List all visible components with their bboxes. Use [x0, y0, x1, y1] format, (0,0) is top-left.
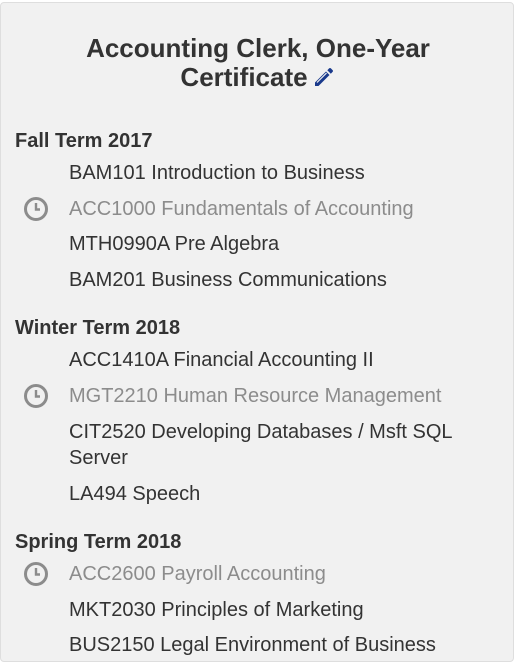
term-heading-spring-2018: Spring Term 2018	[15, 531, 182, 553]
term-heading-fall-2017: Fall Term 2017	[15, 130, 153, 152]
course-item-pending[interactable]: ACC2600 Payroll Accounting	[69, 561, 499, 587]
clock-icon	[23, 561, 49, 587]
course-item[interactable]: CIT2520 Developing Databases / Msft SQL …	[69, 419, 499, 471]
course-item[interactable]: MKT2030 Principles of Marketing	[69, 597, 499, 623]
clock-icon	[23, 196, 49, 222]
clock-icon	[23, 383, 49, 409]
course-item[interactable]: BAM201 Business Communications	[69, 267, 499, 293]
pencil-icon[interactable]	[312, 65, 336, 89]
program-panel: Accounting Clerk, One-Year Certificate F…	[0, 2, 514, 662]
course-item[interactable]: BUS2150 Legal Environment of Business	[69, 632, 499, 658]
course-item[interactable]: MTH0990A Pre Algebra	[69, 231, 499, 257]
course-item-pending[interactable]: MGT2210 Human Resource Management	[69, 383, 499, 409]
course-item[interactable]: LA494 Speech	[69, 481, 499, 507]
term-heading-winter-2018: Winter Term 2018	[15, 317, 181, 339]
program-title-line-1: Accounting Clerk, One-Year	[86, 33, 430, 63]
course-item[interactable]: BAM101 Introduction to Business	[69, 160, 499, 186]
program-title-line-2: Certificate	[180, 62, 308, 92]
page-title: Accounting Clerk, One-Year Certificate	[1, 34, 515, 92]
course-item-pending[interactable]: ACC1000 Fundamentals of Accounting	[69, 196, 499, 222]
course-item[interactable]: ACC1410A Financial Accounting II	[69, 347, 499, 373]
program-title-line-2-wrap: Certificate	[1, 63, 515, 92]
